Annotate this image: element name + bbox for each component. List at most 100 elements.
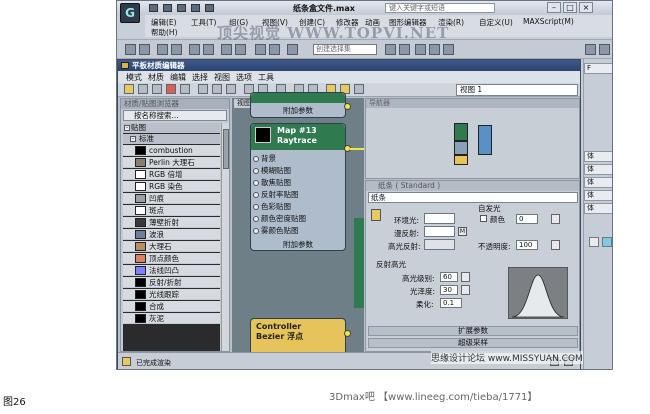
- slate-menu-view[interactable]: 视图: [214, 72, 230, 83]
- angle-snap-icon[interactable]: [269, 44, 280, 55]
- view-dropdown[interactable]: 视图 1: [456, 84, 578, 96]
- output-socket-icon[interactable]: [344, 103, 351, 110]
- node-input-slot[interactable]: 模糊贴图: [251, 165, 343, 176]
- mirror-icon[interactable]: [287, 44, 298, 55]
- nav-node-green[interactable]: [454, 123, 468, 141]
- output-socket-icon[interactable]: [344, 330, 351, 337]
- show-map-icon[interactable]: [198, 84, 208, 94]
- command-tab[interactable]: 体: [584, 151, 612, 162]
- map-list-item[interactable]: 薄壁折射: [123, 217, 220, 228]
- app-logo-icon[interactable]: G: [120, 3, 140, 23]
- show-background-icon[interactable]: [212, 84, 222, 94]
- save-file-icon[interactable]: [177, 4, 186, 12]
- open-file-icon[interactable]: [163, 4, 172, 12]
- color-checkbox[interactable]: [480, 215, 487, 222]
- map-list-item[interactable]: 大理石: [123, 241, 220, 252]
- map-list-item[interactable]: 反射/折射: [123, 277, 220, 288]
- scale-icon[interactable]: [235, 44, 246, 55]
- map-list-item[interactable]: combustion: [123, 145, 220, 156]
- material-editor-icon[interactable]: [415, 44, 426, 55]
- select-tool-icon[interactable]: [124, 84, 134, 94]
- node-input-slot[interactable]: 散焦贴图: [251, 177, 343, 188]
- input-socket-icon[interactable]: [253, 180, 259, 186]
- specular-swatch[interactable]: [424, 239, 455, 250]
- command-tab[interactable]: 体: [584, 164, 612, 175]
- map-list-item[interactable]: 光线跟踪: [123, 289, 220, 300]
- menu-tools[interactable]: 工具(T): [191, 17, 216, 28]
- map13-node[interactable]: Map #13 Raytrace 背景 模糊贴图 散焦贴图 反射率贴图 色彩贴图 颜色密度…: [250, 123, 346, 251]
- map-button[interactable]: [551, 214, 560, 224]
- map-list-item[interactable]: 顶点颜色: [123, 253, 220, 264]
- minimize-button[interactable]: –: [547, 2, 561, 13]
- input-socket-icon[interactable]: [253, 204, 259, 210]
- new-file-icon[interactable]: [149, 4, 158, 12]
- link-icon[interactable]: [157, 44, 168, 55]
- material-node-top[interactable]: 附加参数: [250, 92, 346, 118]
- input-socket-icon[interactable]: [253, 216, 259, 222]
- slate-menu-utilities[interactable]: 工具: [258, 72, 274, 83]
- slate-menu-material[interactable]: 材质: [148, 72, 164, 83]
- render-setup-icon[interactable]: [429, 44, 440, 55]
- collapse-icon[interactable]: -: [124, 125, 130, 131]
- map-list-item[interactable]: 合成: [123, 301, 220, 312]
- node-footer[interactable]: 附加参数: [251, 106, 345, 116]
- selection-set-dropdown[interactable]: 创建选择集: [313, 44, 377, 55]
- pick-material-icon[interactable]: [138, 84, 148, 94]
- node-footer[interactable]: 附加参数: [251, 240, 345, 250]
- rotate-icon[interactable]: [221, 44, 232, 55]
- browser-scrollbar[interactable]: [221, 123, 229, 351]
- color-swatch-white[interactable]: [589, 237, 599, 247]
- diffuse-map-button[interactable]: M: [458, 227, 467, 236]
- help-search-input[interactable]: 键入关键字或短语: [385, 3, 495, 13]
- node-input-slot[interactable]: 反射率贴图: [251, 189, 343, 200]
- soften-spinner[interactable]: 0.1: [440, 298, 462, 308]
- node-input-slot[interactable]: 背景: [251, 153, 343, 164]
- assign-material-icon[interactable]: [152, 84, 162, 94]
- command-tab[interactable]: 体: [584, 177, 612, 188]
- command-tab[interactable]: 体: [584, 203, 612, 214]
- command-tab[interactable]: F: [584, 63, 612, 74]
- move-icon[interactable]: [203, 44, 214, 55]
- material-name-field[interactable]: 纸条: [368, 192, 578, 203]
- input-socket-icon[interactable]: [253, 156, 259, 162]
- render-frame-icon[interactable]: [443, 44, 454, 55]
- map-list-item[interactable]: RGB 倍增: [123, 169, 220, 180]
- utilities-icon[interactable]: [599, 44, 610, 55]
- slate-menu-mode[interactable]: 模式: [126, 72, 142, 83]
- lock-icon[interactable]: [371, 209, 381, 221]
- extended-params-rollout[interactable]: 扩展参数: [368, 326, 578, 336]
- layout-all-icon[interactable]: [226, 84, 236, 94]
- map-list-item[interactable]: RGB 染色: [123, 181, 220, 192]
- input-socket-icon[interactable]: [253, 168, 259, 174]
- category-maps[interactable]: - 贴图: [123, 123, 220, 133]
- hammer-icon[interactable]: [585, 44, 596, 55]
- browser-search-input[interactable]: 按名称搜索...: [123, 110, 227, 121]
- ambient-swatch[interactable]: [424, 213, 455, 224]
- slate-menu-options[interactable]: 选项: [236, 72, 252, 83]
- node-input-slot[interactable]: 颜色密度贴图: [251, 213, 343, 224]
- select-by-material-icon[interactable]: [354, 84, 364, 94]
- map-list-item[interactable]: 斑点: [123, 205, 220, 216]
- schematic-icon[interactable]: [399, 44, 410, 55]
- map-button[interactable]: [551, 240, 560, 250]
- nav-viewport-rect[interactable]: [478, 125, 492, 155]
- menu-customize[interactable]: 自定义(U): [479, 17, 513, 28]
- opacity-spinner[interactable]: 100: [516, 240, 538, 250]
- maximize-button[interactable]: □: [563, 2, 577, 13]
- scrollbar-thumb[interactable]: [223, 129, 229, 169]
- collapse-icon[interactable]: -: [130, 136, 136, 142]
- redo-tool-icon[interactable]: [139, 44, 150, 55]
- input-socket-icon[interactable]: [253, 192, 259, 198]
- map-list-item[interactable]: 凹痕: [123, 193, 220, 204]
- glossiness-spinner[interactable]: 30: [440, 285, 458, 295]
- category-standard[interactable]: - 标准: [123, 134, 220, 144]
- delete-icon[interactable]: [166, 84, 176, 94]
- command-tab[interactable]: 体: [584, 190, 612, 201]
- move-children-icon[interactable]: [180, 84, 190, 94]
- slate-menu-edit[interactable]: 编辑: [170, 72, 186, 83]
- nav-node-gold[interactable]: [454, 155, 468, 165]
- undo-icon[interactable]: [191, 4, 200, 12]
- map-button[interactable]: [461, 272, 470, 282]
- node-input-slot[interactable]: 色彩贴图: [251, 201, 343, 212]
- map-list-item[interactable]: 波浪: [123, 229, 220, 240]
